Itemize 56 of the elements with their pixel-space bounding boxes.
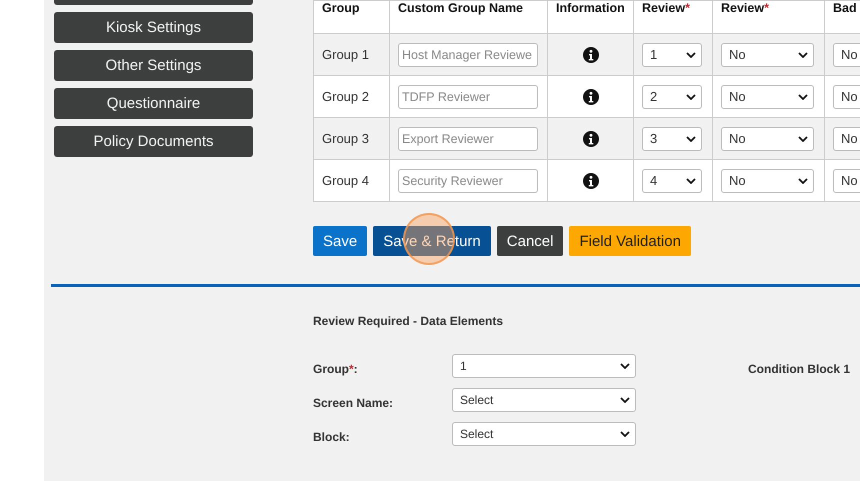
column-header: Review* xyxy=(634,0,712,34)
group-name: Group 2 xyxy=(322,89,369,104)
field-label: Group*: xyxy=(313,362,359,376)
group-name-input[interactable]: Security Reviewer xyxy=(398,168,538,192)
action-button[interactable]: Save xyxy=(313,226,368,256)
info-icon[interactable] xyxy=(582,172,598,189)
chevron-icon xyxy=(686,136,696,142)
field-select[interactable]: Select xyxy=(452,422,636,446)
field-select[interactable]: 1 xyxy=(452,354,636,378)
group-name-input[interactable]: TDFP Reviewer xyxy=(398,84,538,108)
select-field[interactable]: No xyxy=(833,84,860,108)
action-button[interactable]: Cancel xyxy=(496,226,564,256)
sidebar-button[interactable]: Other Settings xyxy=(54,50,253,81)
field-label: Block: xyxy=(313,430,351,444)
action-button[interactable]: Field Validation xyxy=(569,226,691,256)
order-select[interactable]: 4 xyxy=(642,168,702,192)
order-select[interactable]: 1 xyxy=(642,42,702,66)
group-name-input[interactable]: Export Reviewer xyxy=(398,126,538,150)
section-title: Review Required - Data Elements xyxy=(313,314,504,328)
chevron-icon xyxy=(798,136,808,142)
chevron-icon xyxy=(798,178,808,184)
column-header: Information xyxy=(548,0,634,34)
chevron-icon xyxy=(686,178,696,184)
chevron-icon xyxy=(798,52,808,58)
review-select[interactable]: No xyxy=(721,168,814,192)
chevron-icon xyxy=(620,397,630,403)
info-icon[interactable] xyxy=(582,46,598,63)
group-name-input[interactable]: Host Manager Reviewe xyxy=(398,42,538,66)
sidebar-button[interactable]: Questionnaire xyxy=(54,88,253,119)
chevron-icon xyxy=(620,363,630,369)
condition-label: Condition Block 1 xyxy=(748,362,850,378)
review-select[interactable]: No xyxy=(721,84,814,108)
chevron-icon xyxy=(686,52,696,58)
field-label: Screen Name: xyxy=(313,396,394,410)
select-field[interactable]: No xyxy=(833,126,860,150)
select-field[interactable]: No xyxy=(833,42,860,66)
chevron-icon xyxy=(620,431,630,437)
order-select[interactable]: 2 xyxy=(642,84,702,108)
sidebar-button[interactable]: Kiosk Settings xyxy=(54,12,253,43)
column-header: Custom Group Name xyxy=(390,0,548,34)
field-select[interactable]: Select xyxy=(452,388,636,412)
chevron-icon xyxy=(798,94,808,100)
column-header: Bad xyxy=(824,0,860,34)
sidebar-button[interactable]: Policy Documents xyxy=(54,126,253,157)
info-icon[interactable] xyxy=(582,88,598,105)
column-header: Review* xyxy=(712,0,824,34)
info-icon[interactable] xyxy=(582,130,598,147)
column-header: Group xyxy=(314,0,390,34)
review-select[interactable]: No xyxy=(721,42,814,66)
group-name: Group 1 xyxy=(322,47,369,62)
select-field[interactable]: No xyxy=(833,168,860,192)
review-select[interactable]: No xyxy=(721,126,814,150)
chevron-icon xyxy=(686,94,696,100)
group-name: Group 3 xyxy=(322,131,369,146)
group-name: Group 4 xyxy=(322,173,369,188)
order-select[interactable]: 3 xyxy=(642,126,702,150)
